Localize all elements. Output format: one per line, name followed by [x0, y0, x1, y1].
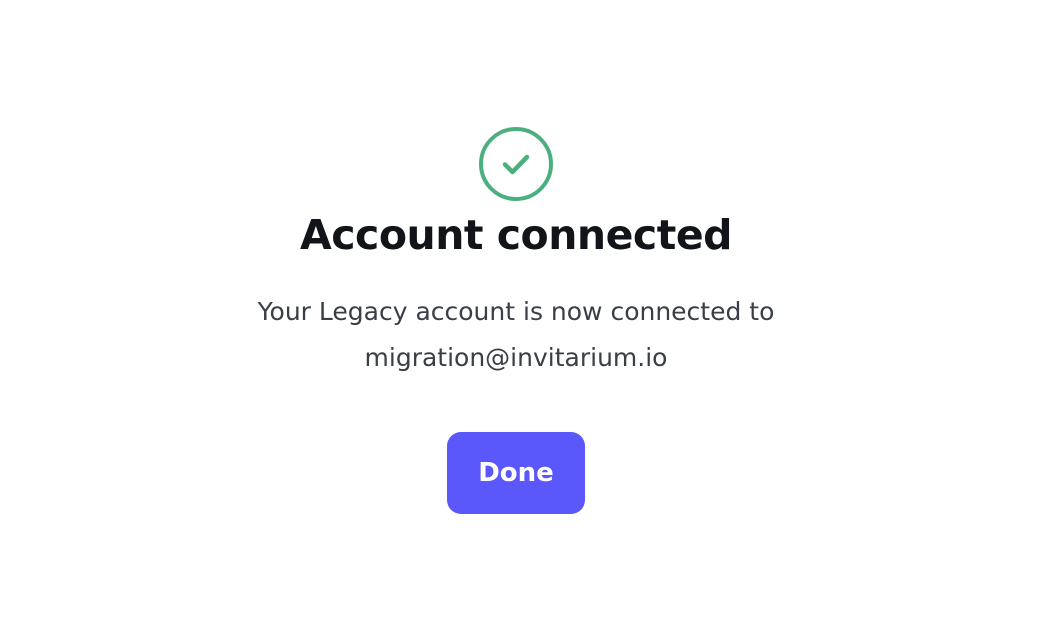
checkmark-icon [502, 154, 530, 175]
done-button[interactable]: Done [447, 432, 585, 514]
check-circle-icon [479, 127, 553, 201]
page-title: Account connected [300, 211, 732, 259]
page: Account connected Your Legacy account is… [0, 0, 1050, 630]
success-panel: Account connected Your Legacy account is… [0, 0, 1032, 514]
connected-email: migration@invitarium.io [364, 343, 668, 372]
connection-message: Your Legacy account is now connected to … [216, 289, 816, 381]
message-line: Your Legacy account is now connected to [257, 297, 775, 326]
